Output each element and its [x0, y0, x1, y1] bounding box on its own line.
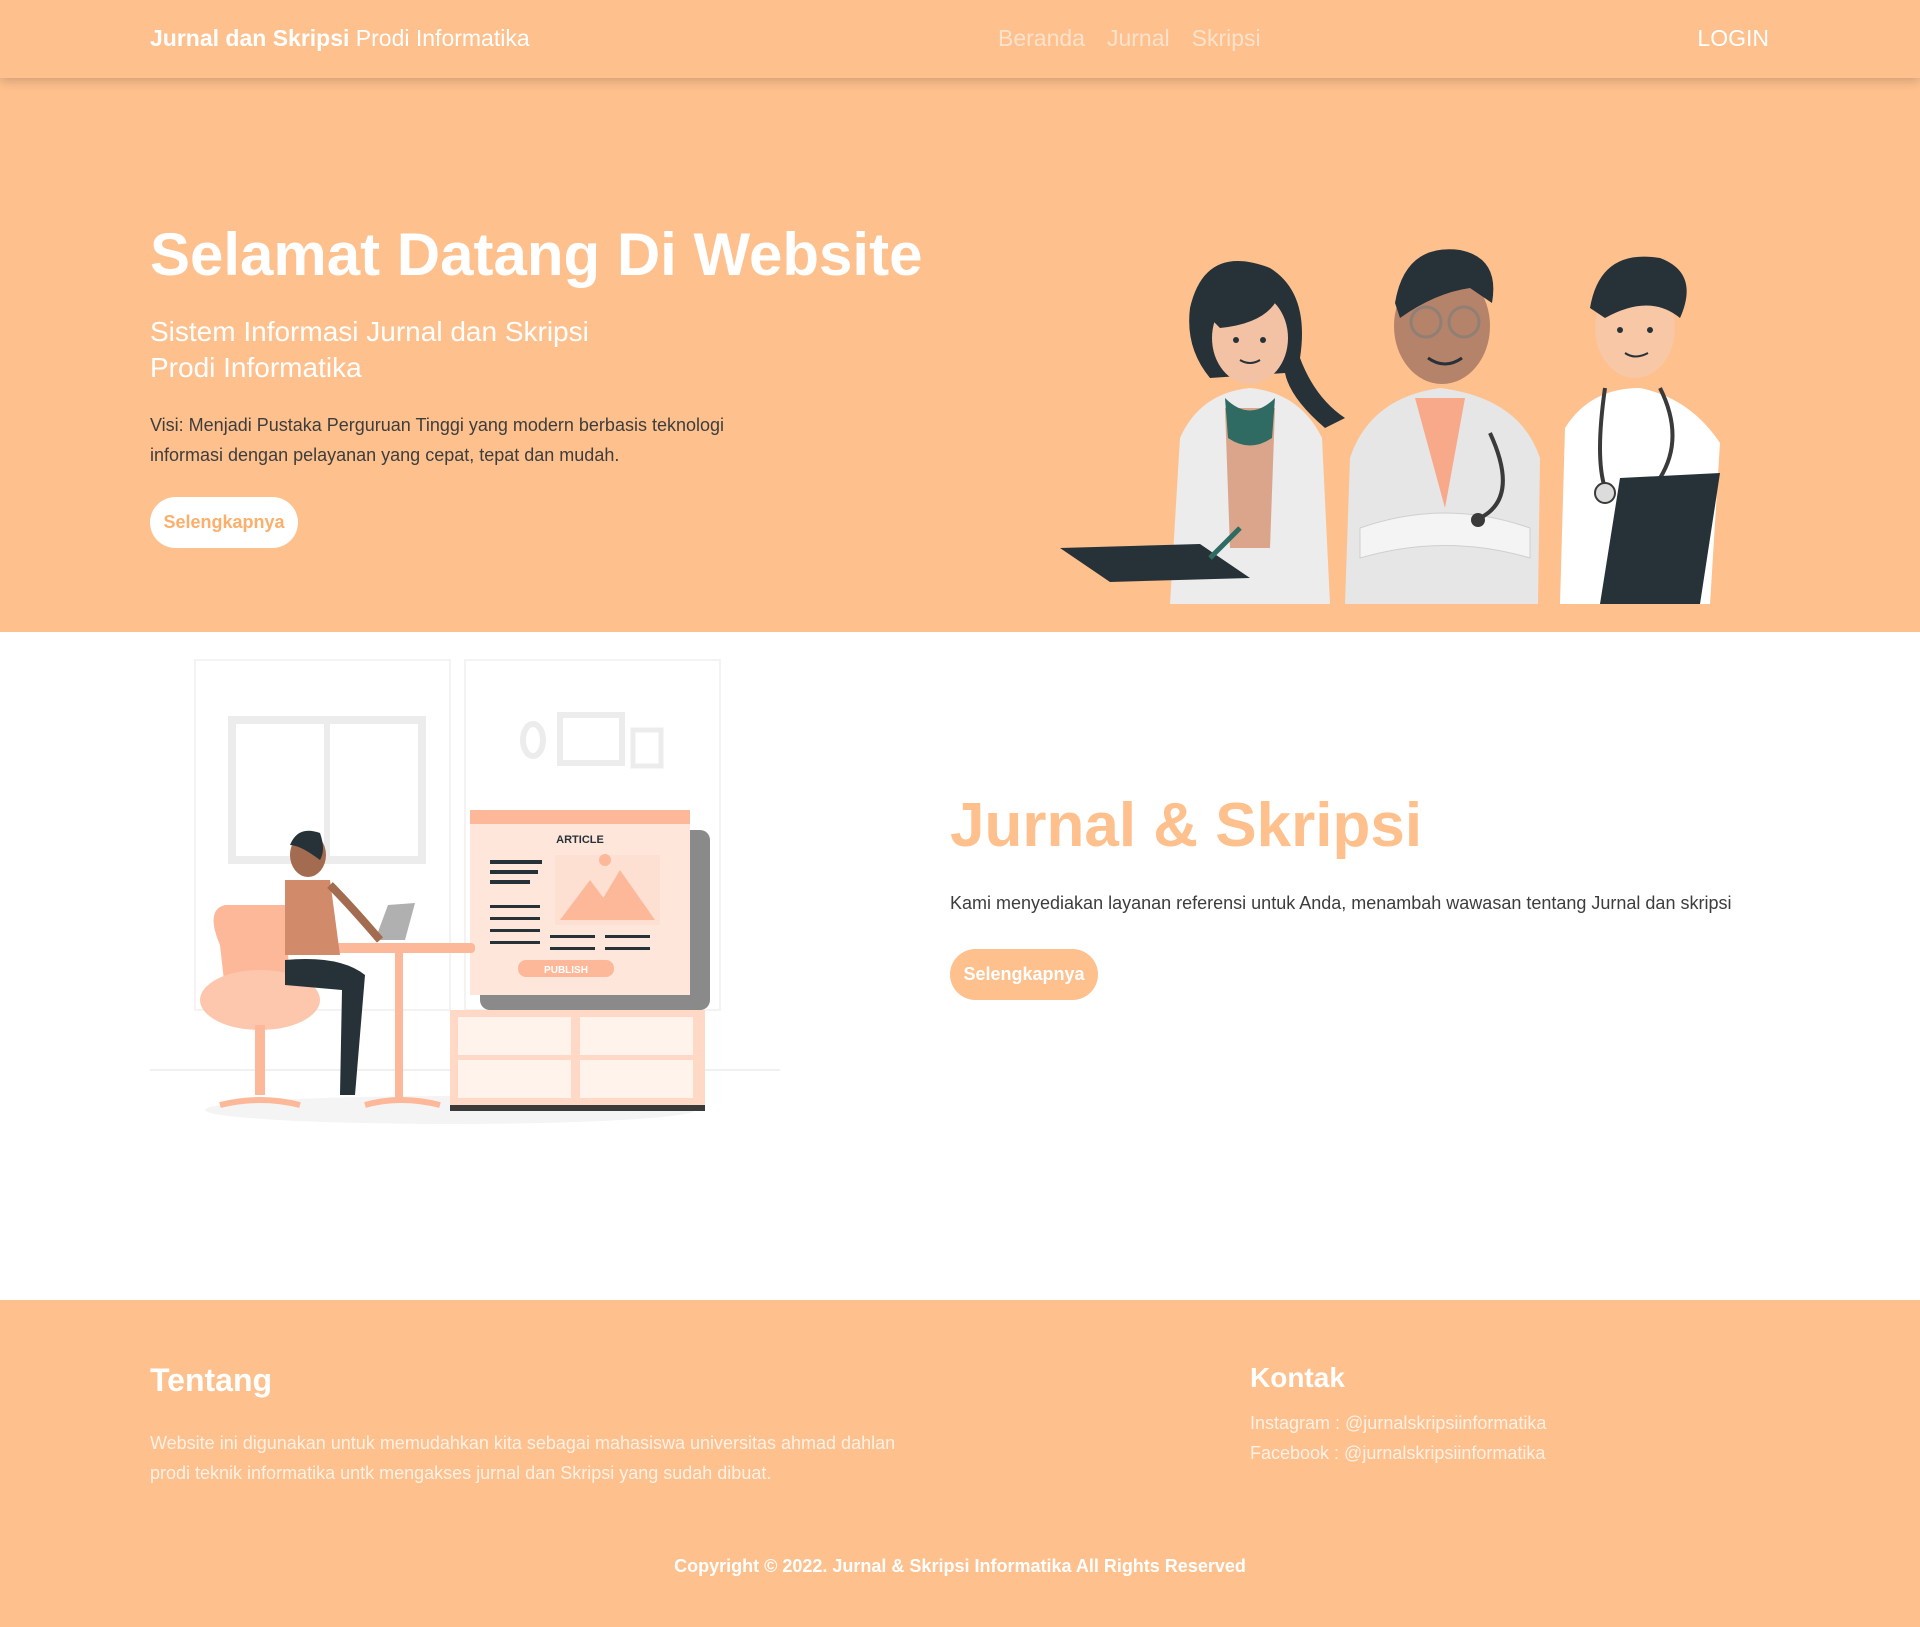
hero-selengkapnya-button[interactable]: Selengkapnya: [150, 497, 298, 548]
nav-link-jurnal[interactable]: Jurnal: [1107, 25, 1170, 52]
hero-title: Selamat Datang Di Website: [150, 221, 923, 288]
brand[interactable]: Jurnal dan Skripsi Prodi Informatika: [150, 25, 530, 52]
brand-bold: Jurnal dan Skripsi: [150, 25, 350, 51]
hero-visi-line2: informasi dengan pelayanan yang cepat, t…: [150, 445, 620, 465]
hero-section: Selamat Datang Di Website Sistem Informa…: [0, 78, 1920, 632]
footer: Tentang Website ini digunakan untuk memu…: [0, 1300, 1920, 1627]
footer-instagram[interactable]: Instagram : @jurnalskripsiinformatika: [1250, 1408, 1546, 1438]
footer-tentang-line2: prodi teknik informatika untk mengakses …: [150, 1463, 772, 1483]
hero-subtitle: Sistem Informasi Jurnal dan Skripsi Prod…: [150, 314, 589, 386]
footer-facebook[interactable]: Facebook : @jurnalskripsiinformatika: [1250, 1438, 1546, 1468]
nav-link-skripsi[interactable]: Skripsi: [1192, 25, 1261, 52]
nav-link-beranda[interactable]: Beranda: [998, 25, 1085, 52]
footer-tentang-text: Website ini digunakan untuk memudahkan k…: [150, 1428, 950, 1488]
brand-light: Prodi Informatika: [355, 25, 530, 51]
footer-tentang-line1: Website ini digunakan untuk memudahkan k…: [150, 1433, 896, 1453]
hero-subtitle-line2: Prodi Informatika: [150, 352, 362, 383]
footer-tentang-heading: Tentang: [150, 1362, 273, 1398]
hero-subtitle-line1: Sistem Informasi Jurnal dan Skripsi: [150, 316, 589, 347]
doctor-man-figure: [1345, 249, 1540, 604]
navbar: Jurnal dan Skripsi Prodi Informatika Ber…: [0, 0, 1920, 78]
doctors-illustration: [1060, 249, 1720, 604]
about-title: Jurnal & Skripsi: [950, 791, 1423, 860]
footer-kontak-list: Instagram : @jurnalskripsiinformatika Fa…: [1250, 1408, 1546, 1468]
about-selengkapnya-button[interactable]: Selengkapnya: [950, 949, 1098, 1000]
login-link[interactable]: LOGIN: [1697, 25, 1769, 52]
article-publish-illustration: ARTICLE PUBLISH: [150, 659, 780, 1124]
nav-links: Beranda Jurnal Skripsi: [998, 25, 1261, 52]
doctor-young-man-figure: [1560, 256, 1720, 604]
hero-visi-line1: Visi: Menjadi Pustaka Perguruan Tinggi y…: [150, 415, 725, 435]
hero-visi: Visi: Menjadi Pustaka Perguruan Tinggi y…: [150, 410, 790, 470]
footer-kontak-heading: Kontak: [1250, 1362, 1345, 1393]
footer-copyright: Copyright © 2022. Jurnal & Skripsi Infor…: [674, 1556, 1246, 1576]
doctor-woman-figure: [1060, 261, 1345, 604]
article-label: ARTICLE: [556, 834, 604, 846]
publish-label: PUBLISH: [544, 965, 588, 976]
about-text: Kami menyediakan layanan referensi untuk…: [950, 893, 1732, 913]
